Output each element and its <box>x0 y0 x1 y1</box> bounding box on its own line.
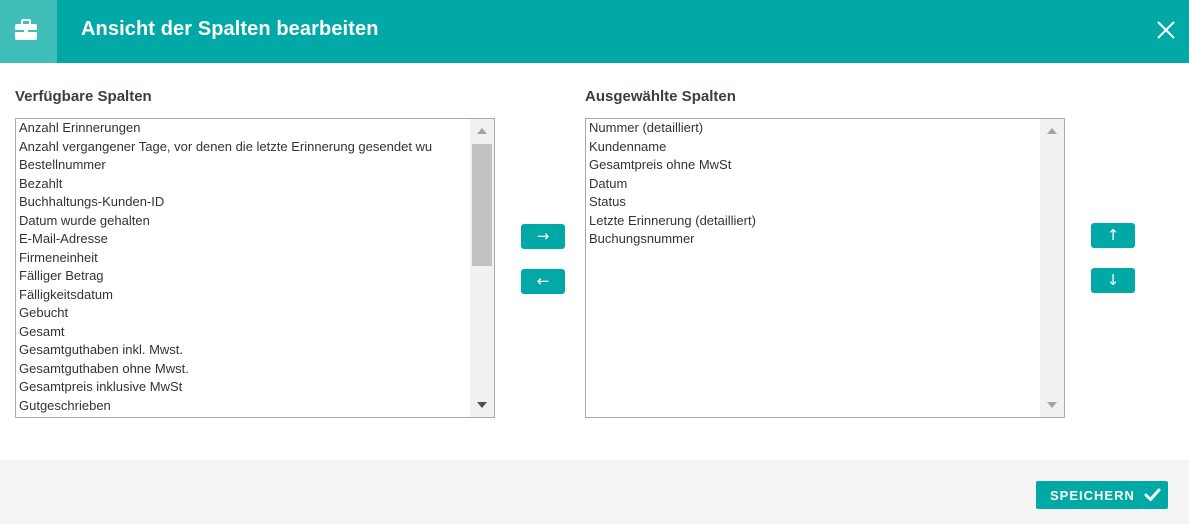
list-item[interactable]: Gesamtguthaben inkl. Mwst. <box>16 341 470 360</box>
list-item[interactable]: Buchhaltungs-Kunden-ID <box>16 193 470 212</box>
header-icon-box <box>0 0 57 63</box>
list-item[interactable]: Gutgeschrieben <box>16 397 470 416</box>
close-button[interactable] <box>1154 18 1178 42</box>
list-item[interactable]: Datum <box>586 175 1040 194</box>
list-item[interactable]: Firmeneinheit <box>16 249 470 268</box>
move-up-button[interactable]: ↑ <box>1091 223 1135 248</box>
list-item[interactable]: Anzahl Erinnerungen <box>16 119 470 138</box>
remove-column-button[interactable]: ← <box>521 269 565 294</box>
list-item[interactable]: Nummer (detailliert) <box>586 119 1040 138</box>
save-button-label: SPEICHERN <box>1050 488 1135 503</box>
list-item[interactable]: Letzte Erinnerung (detailliert) <box>586 212 1040 231</box>
selected-columns-list[interactable]: Nummer (detailliert) Kundenname Gesamtpr… <box>585 118 1065 418</box>
selected-items: Nummer (detailliert) Kundenname Gesamtpr… <box>586 119 1040 249</box>
available-items: Anzahl Erinnerungen Anzahl vergangener T… <box>16 119 470 415</box>
available-columns-list[interactable]: Anzahl Erinnerungen Anzahl vergangener T… <box>15 118 495 418</box>
briefcase-icon <box>15 19 37 40</box>
list-item[interactable]: Bezahlt <box>16 175 470 194</box>
available-columns-label: Verfügbare Spalten <box>15 88 152 105</box>
scroll-up-icon <box>477 128 487 134</box>
scroll-down-button[interactable] <box>1040 393 1064 417</box>
list-item[interactable]: Gesamtguthaben ohne Mwst. <box>16 360 470 379</box>
dialog-title: Ansicht der Spalten bearbeiten <box>81 18 379 40</box>
list-item[interactable]: Datum wurde gehalten <box>16 212 470 231</box>
available-scrollbar[interactable] <box>470 119 494 417</box>
list-item[interactable]: Buchungsnummer <box>586 230 1040 249</box>
scroll-up-icon <box>1047 128 1057 134</box>
scroll-down-icon <box>1047 402 1057 408</box>
dialog-footer <box>0 460 1189 524</box>
list-item[interactable]: E-Mail-Adresse <box>16 230 470 249</box>
list-item[interactable]: Kundenname <box>586 138 1040 157</box>
selected-scrollbar[interactable] <box>1040 119 1064 417</box>
list-item[interactable]: Gesamtpreis inklusive MwSt <box>16 378 470 397</box>
scroll-up-button[interactable] <box>470 119 494 143</box>
selected-columns-label: Ausgewählte Spalten <box>585 88 736 105</box>
dialog-header: Ansicht der Spalten bearbeiten <box>0 0 1189 63</box>
scroll-thumb[interactable] <box>472 144 492 266</box>
save-button[interactable]: SPEICHERN <box>1036 481 1168 509</box>
move-down-button[interactable]: ↓ <box>1091 268 1135 293</box>
close-icon <box>1157 21 1175 39</box>
list-item[interactable]: Gesamtpreis ohne MwSt <box>586 156 1040 175</box>
list-item[interactable]: Anzahl vergangener Tage, vor denen die l… <box>16 138 470 157</box>
add-column-button[interactable]: → <box>521 224 565 249</box>
scroll-down-button[interactable] <box>470 393 494 417</box>
list-item[interactable]: Gebucht <box>16 304 470 323</box>
list-item[interactable]: Gesamt <box>16 323 470 342</box>
list-item[interactable]: Bestellnummer <box>16 156 470 175</box>
scroll-up-button[interactable] <box>1040 119 1064 143</box>
list-item[interactable]: Fälliger Betrag <box>16 267 470 286</box>
checkmark-icon <box>1144 488 1161 501</box>
list-item[interactable]: Status <box>586 193 1040 212</box>
scroll-down-icon <box>477 402 487 408</box>
list-item[interactable]: Fälligkeitsdatum <box>16 286 470 305</box>
